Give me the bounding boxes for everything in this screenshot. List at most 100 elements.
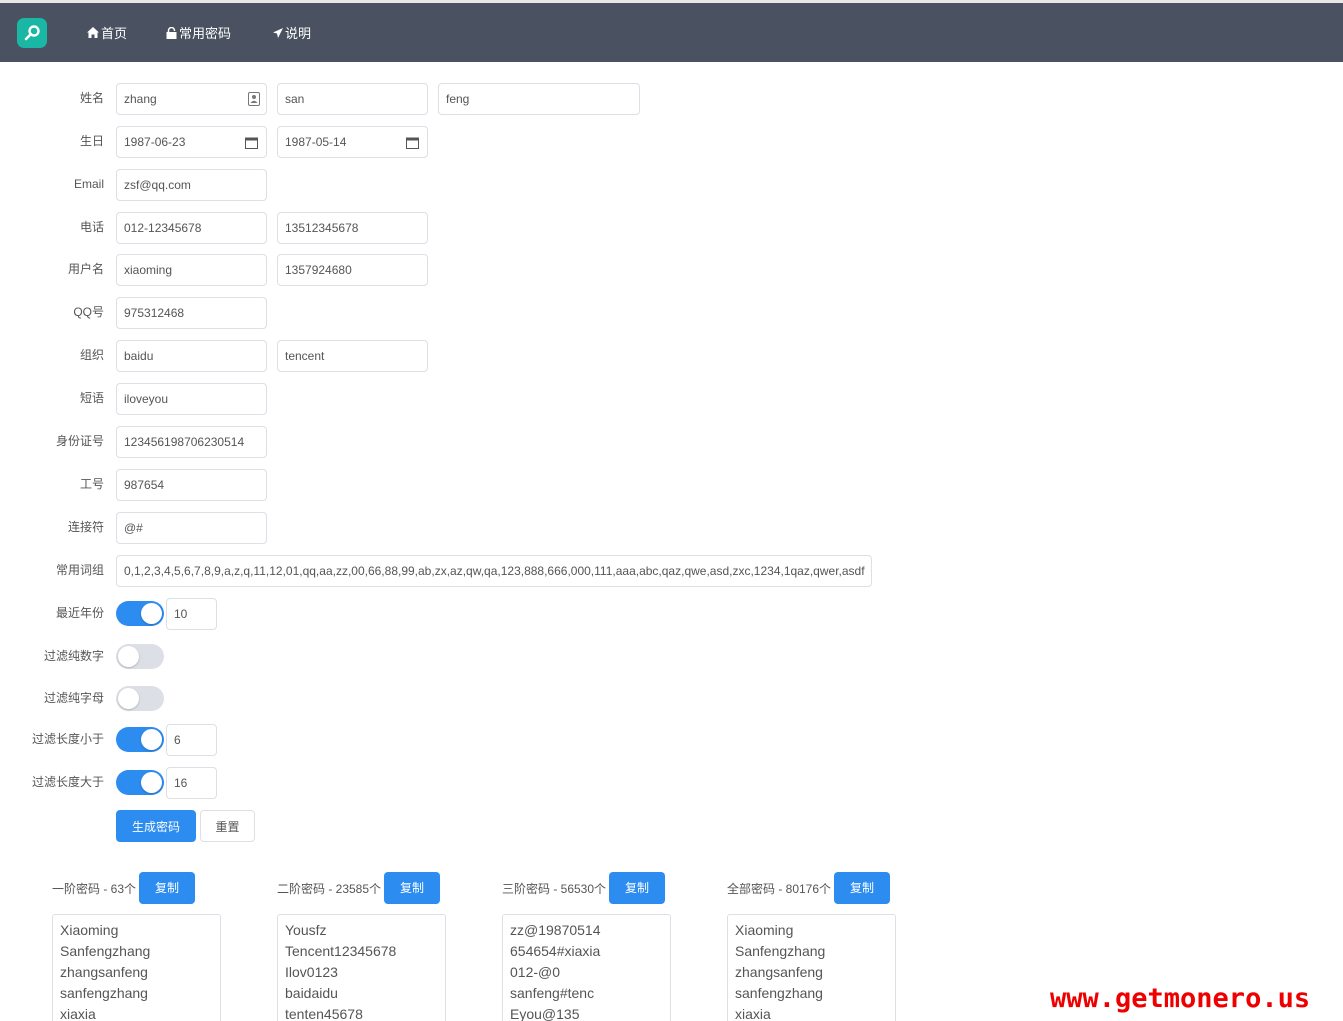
list-item: zhangsanfeng <box>60 964 148 980</box>
nav-help-label: 说明 <box>285 26 312 41</box>
result-title: 一阶密码 - 63个 <box>52 881 137 896</box>
filter-min-input[interactable]: 6 <box>166 724 217 756</box>
list-item: xiaxia <box>60 1006 96 1021</box>
send-icon <box>273 27 283 38</box>
phone-label: 电话 <box>79 220 104 234</box>
result-list-4[interactable]: Xiaoming Sanfengzhang zhangsanfeng sanfe… <box>727 914 896 1021</box>
qq-input[interactable]: 975312468 <box>116 297 267 329</box>
home-icon <box>87 27 99 38</box>
result-list-2[interactable]: Yousfz Tencent12345678 Ilov0123 baidaidu… <box>277 914 446 1021</box>
connector-input[interactable]: @# <box>116 512 267 544</box>
middle-name-input[interactable]: san <box>277 83 428 115</box>
top-navbar: 首页 常用密码 说明 <box>0 0 1343 62</box>
result-title: 二阶密码 - 23585个 <box>277 881 382 896</box>
username-row: 用户名 xiaoming 1357924680 <box>0 254 900 286</box>
phone-input-1[interactable]: 012-12345678 <box>116 212 267 244</box>
result-header-3: 三阶密码 - 56530个 复制 <box>502 872 666 904</box>
words-label: 常用词组 <box>55 563 104 577</box>
list-item: sanfengzhang <box>60 985 148 1001</box>
workid-label: 工号 <box>79 477 104 491</box>
words-row: 常用词组 0,1,2,3,4,5,6,7,8,9,a,z,q,11,12,01,… <box>0 555 900 587</box>
org-row: 组织 baidu tencent <box>0 340 900 372</box>
contact-card-icon <box>248 92 260 106</box>
list-item: 654654#xiaxia <box>510 943 601 959</box>
result-list-1[interactable]: Xiaoming Sanfengzhang zhangsanfeng sanfe… <box>52 914 221 1021</box>
list-item: tenten45678 <box>285 1006 363 1021</box>
filter-min-row: 过滤长度小于 6 <box>0 724 900 756</box>
first-name-input[interactable]: zhang <box>116 83 267 115</box>
result-title: 三阶密码 - 56530个 <box>502 881 607 896</box>
phrase-label: 短语 <box>79 391 104 405</box>
words-input[interactable]: 0,1,2,3,4,5,6,7,8,9,a,z,q,11,12,01,qq,aa… <box>116 555 872 587</box>
email-label: Email <box>73 177 104 191</box>
qq-row: QQ号 975312468 <box>0 297 900 329</box>
nav-common-passwords[interactable]: 常用密码 <box>166 23 231 42</box>
username-input-1[interactable]: xiaoming <box>116 254 267 286</box>
connector-row: 连接符 @# <box>0 512 900 544</box>
filter-letters-toggle[interactable] <box>116 686 164 711</box>
filter-max-row: 过滤长度大于 16 <box>0 767 900 799</box>
filter-letters-label: 过滤纯字母 <box>43 691 104 705</box>
phrase-input[interactable]: iloveyou <box>116 383 267 415</box>
copy-button[interactable]: 复制 <box>139 872 196 904</box>
generate-button[interactable]: 生成密码 <box>116 810 196 842</box>
result-list-3[interactable]: zz@19870514 654654#xiaxia 012-@0 sanfeng… <box>502 914 671 1021</box>
name-label: 姓名 <box>79 91 104 105</box>
filter-min-toggle[interactable] <box>116 727 164 752</box>
connector-label: 连接符 <box>67 520 104 534</box>
username-input-2[interactable]: 1357924680 <box>277 254 428 286</box>
email-input[interactable]: zsf@qq.com <box>116 169 267 201</box>
key-icon <box>24 25 40 41</box>
list-item: Xiaoming <box>60 922 119 938</box>
nav-home-label: 首页 <box>101 26 128 41</box>
list-item: xiaxia <box>735 1006 771 1021</box>
recent-years-row: 最近年份 10 <box>0 598 900 630</box>
list-item: zhangsanfeng <box>735 964 823 980</box>
filter-digits-label: 过滤纯数字 <box>43 649 104 663</box>
org-label: 组织 <box>79 348 104 362</box>
filter-letters-row: 过滤纯字母 <box>0 683 900 715</box>
list-item: zz@19870514 <box>510 922 601 938</box>
result-title: 全部密码 - 80176个 <box>727 881 832 896</box>
name-row: 姓名 zhang san feng <box>0 83 900 115</box>
last-name-input[interactable]: feng <box>438 83 640 115</box>
reset-button[interactable]: 重置 <box>200 810 255 842</box>
copy-button[interactable]: 复制 <box>384 872 441 904</box>
app-logo[interactable] <box>17 18 47 48</box>
idcard-row: 身份证号 123456198706230514 <box>0 426 900 458</box>
calendar-icon <box>406 137 419 149</box>
filter-max-label: 过滤长度大于 <box>31 775 104 789</box>
username-label: 用户名 <box>67 262 104 276</box>
email-row: Email zsf@qq.com <box>0 169 900 201</box>
phone-row: 电话 012-12345678 13512345678 <box>0 212 900 244</box>
birthday-row: 生日 1987-06-23 1987-05-14 <box>0 126 900 158</box>
list-item: 012-@0 <box>510 964 561 980</box>
nav-common-passwords-label: 常用密码 <box>179 26 232 41</box>
list-item: baidaidu <box>285 985 338 1001</box>
filter-digits-row: 过滤纯数字 <box>0 641 900 673</box>
filter-max-input[interactable]: 16 <box>166 767 217 799</box>
filter-min-label: 过滤长度小于 <box>31 732 104 746</box>
nav-home[interactable]: 首页 <box>87 23 127 42</box>
idcard-label: 身份证号 <box>55 434 104 448</box>
recent-years-label: 最近年份 <box>55 606 104 620</box>
org-input-2[interactable]: tencent <box>277 340 428 372</box>
list-item: sanfengzhang <box>735 985 823 1001</box>
idcard-input[interactable]: 123456198706230514 <box>116 426 267 458</box>
birthday-input-1[interactable]: 1987-06-23 <box>116 126 267 158</box>
recent-years-toggle[interactable] <box>116 601 164 626</box>
result-header-2: 二阶密码 - 23585个 复制 <box>277 872 441 904</box>
copy-button[interactable]: 复制 <box>609 872 666 904</box>
copy-button[interactable]: 复制 <box>834 872 891 904</box>
birthday-label: 生日 <box>79 134 104 148</box>
list-item: Eyou@135 <box>510 1006 580 1021</box>
nav-help[interactable]: 说明 <box>273 23 311 42</box>
filter-max-toggle[interactable] <box>116 770 164 795</box>
phrase-row: 短语 iloveyou <box>0 383 900 415</box>
recent-years-input[interactable]: 10 <box>166 598 217 630</box>
workid-input[interactable]: 987654 <box>116 469 267 501</box>
phone-input-2[interactable]: 13512345678 <box>277 212 428 244</box>
org-input-1[interactable]: baidu <box>116 340 267 372</box>
filter-digits-toggle[interactable] <box>116 644 164 669</box>
birthday-input-2[interactable]: 1987-05-14 <box>277 126 428 158</box>
